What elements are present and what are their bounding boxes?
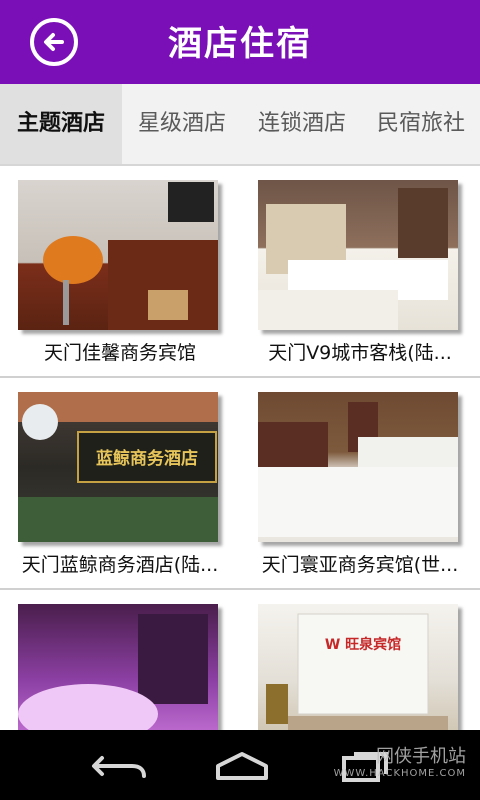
hotel-photo — [18, 604, 218, 730]
tab-theme-hotel[interactable]: 主题酒店 — [0, 84, 122, 164]
watermark-logo: 网侠手机站 WWW.HACKHOME.COM — [333, 746, 466, 779]
svg-text:W 旺泉宾馆: W 旺泉宾馆 — [325, 636, 401, 653]
hotel-card[interactable]: 天门V9城市客栈(陆... — [240, 166, 480, 376]
tab-chain-hotel[interactable]: 连锁酒店 — [242, 84, 362, 164]
hotel-card[interactable]: W 旺泉宾馆 — [240, 590, 480, 730]
tab-guesthouse[interactable]: 民宿旅社 — [362, 84, 480, 164]
nav-home-button[interactable] — [212, 748, 272, 784]
hotel-name: 天门寰亚商务宾馆(世... — [261, 554, 459, 576]
category-tabs: 主题酒店 星级酒店 连锁酒店 民宿旅社 — [0, 84, 480, 166]
hotel-grid: 天门佳馨商务宾馆 天门V9城市客栈(陆... 蓝鲸商务酒店 天门蓝鲸商务酒店(陆… — [0, 166, 480, 730]
hotel-photo: W 旺泉宾馆 — [258, 604, 458, 730]
tab-star-hotel[interactable]: 星级酒店 — [122, 84, 242, 164]
hotel-photo: 蓝鲸商务酒店 — [18, 392, 218, 542]
storefront-illustration: 蓝鲸商务酒店 — [18, 392, 218, 542]
purple-room-illustration — [18, 614, 208, 730]
page-title: 酒店住宿 — [168, 24, 312, 64]
hotel-card[interactable]: 天门寰亚商务宾馆(世... — [240, 378, 480, 588]
hotel-name: 天门佳馨商务宾馆 — [43, 342, 196, 364]
hotel-photo — [18, 180, 218, 330]
bed-room-illustration — [258, 188, 448, 330]
hotel-photo — [258, 180, 458, 330]
hotel-name: 天门蓝鲸商务酒店(陆... — [21, 554, 219, 576]
hotel-photo — [258, 392, 458, 542]
hotel-card[interactable]: 天门佳馨商务宾馆 — [0, 166, 240, 376]
app-header: 酒店住宿 — [0, 0, 480, 84]
hotel-card[interactable] — [0, 590, 240, 730]
svg-text:蓝鲸商务酒店: 蓝鲸商务酒店 — [96, 448, 198, 469]
system-nav-bar: 网侠手机站 WWW.HACKHOME.COM — [0, 730, 480, 800]
room-chair-illustration — [43, 182, 218, 330]
home-icon — [216, 752, 268, 780]
twin-bed-illustration — [258, 402, 458, 537]
back-icon — [92, 756, 146, 778]
nav-back-button[interactable] — [90, 748, 150, 784]
lobby-illustration: W 旺泉宾馆 — [266, 613, 448, 730]
hotel-card[interactable]: 蓝鲸商务酒店 天门蓝鲸商务酒店(陆... — [0, 378, 240, 588]
hotel-name: 天门V9城市客栈(陆... — [268, 342, 452, 364]
